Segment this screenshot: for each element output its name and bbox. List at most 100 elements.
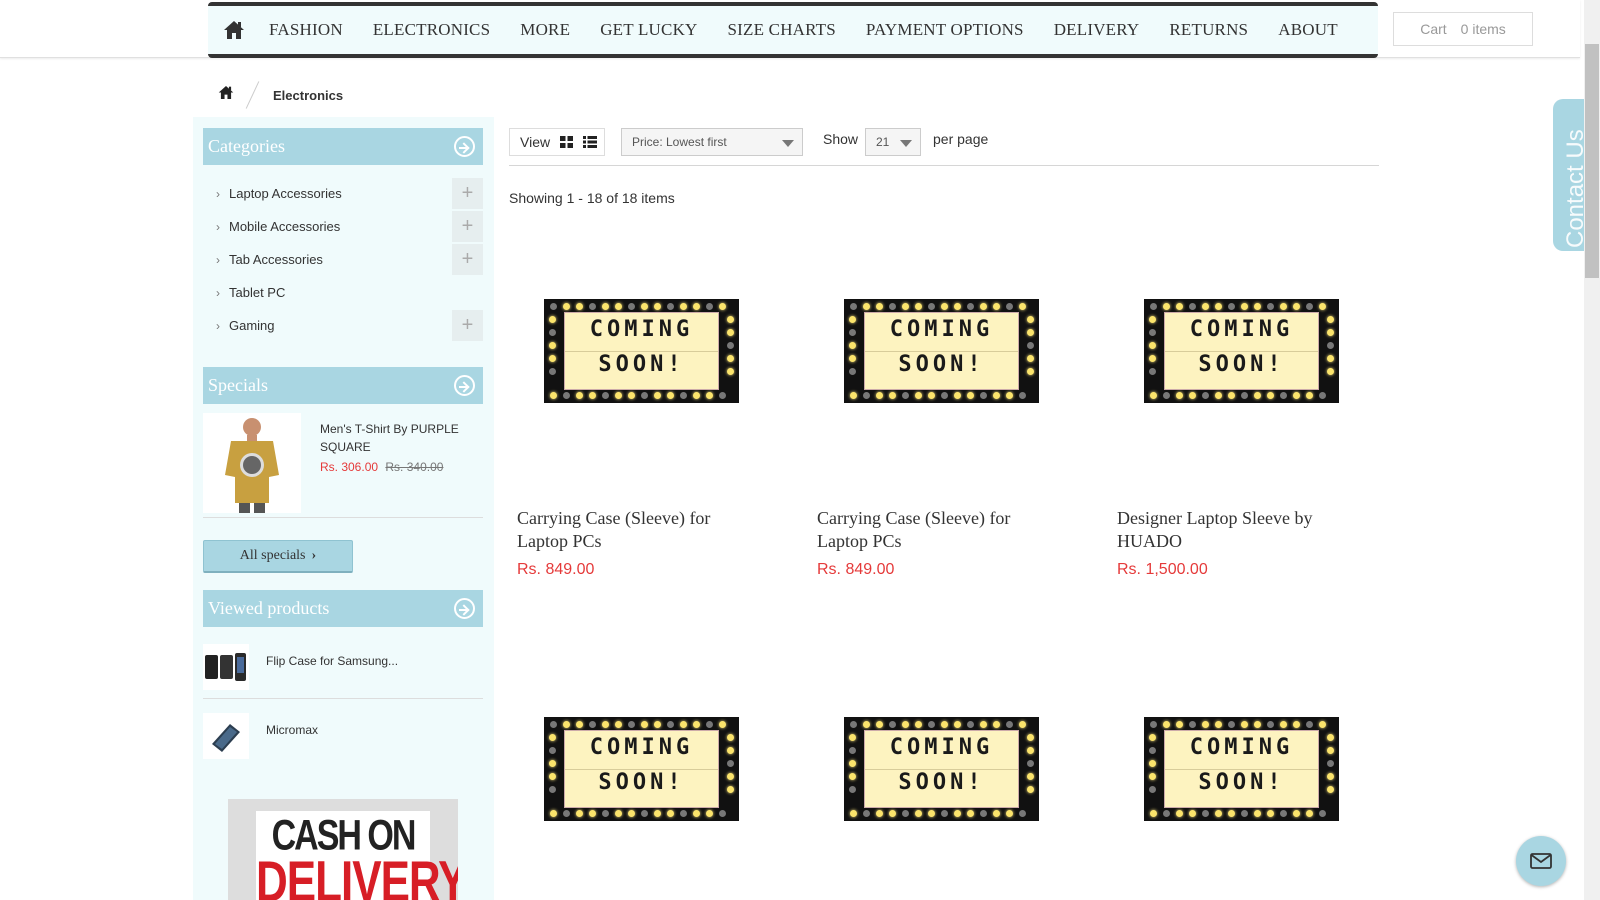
- listing-toolbar: View Price: Lowest first Show 21 per pag…: [509, 126, 1379, 166]
- viewed-product-image[interactable]: [203, 713, 249, 759]
- nav-home-link[interactable]: [214, 6, 254, 54]
- expand-plus-icon[interactable]: +: [452, 178, 483, 209]
- chat-mail-button[interactable]: [1516, 836, 1566, 886]
- expand-plus-icon[interactable]: +: [452, 310, 483, 341]
- main-nav: FASHION ELECTRONICS MORE GET LUCKY SIZE …: [208, 2, 1378, 58]
- category-item[interactable]: › Mobile Accessories +: [203, 210, 483, 243]
- marquee-bulb: [954, 392, 961, 399]
- marquee-bulb: [576, 303, 583, 310]
- product-price: Rs. 849.00: [517, 561, 595, 578]
- marquee-bulb: [980, 810, 987, 817]
- marquee-bulb: [1280, 810, 1287, 817]
- cart-button[interactable]: Cart 0 items: [1393, 12, 1533, 46]
- marquee-bulb: [889, 721, 896, 728]
- special-product-image[interactable]: [203, 413, 301, 513]
- viewed-product-item[interactable]: Flip Case for Samsung...: [203, 644, 483, 694]
- nav-more[interactable]: MORE: [520, 20, 570, 40]
- marquee-bulb: [1202, 721, 1209, 728]
- marquee-bulb: [1189, 721, 1196, 728]
- coming-soon-image[interactable]: COMING SOON!: [1144, 299, 1339, 403]
- view-switcher: View: [509, 128, 605, 156]
- image-text-line-2: SOON!: [1198, 352, 1285, 377]
- marquee-bulb: [954, 303, 961, 310]
- nav-fashion[interactable]: FASHION: [269, 20, 343, 40]
- marquee-bulb: [1149, 316, 1156, 323]
- marquee-bulb: [727, 760, 734, 767]
- marquee-bulb: [889, 303, 896, 310]
- micromax-tablet-image: [212, 724, 240, 752]
- category-item[interactable]: › Tablet PC: [203, 276, 483, 309]
- marquee-bulb: [849, 786, 856, 793]
- nav-get-lucky[interactable]: GET LUCKY: [600, 20, 697, 40]
- marquee-bulb: [1027, 760, 1034, 767]
- sort-select[interactable]: Price: Lowest first: [621, 128, 803, 156]
- page-scrollbar[interactable]: [1584, 0, 1600, 900]
- breadcrumb-home-link[interactable]: [218, 85, 234, 105]
- marquee-bulb: [954, 721, 961, 728]
- marquee-bulb: [1228, 392, 1235, 399]
- list-view-icon[interactable]: [583, 136, 598, 148]
- marquee-bulb: [727, 355, 734, 362]
- category-item[interactable]: › Gaming +: [203, 309, 483, 342]
- nav-returns[interactable]: RETURNS: [1169, 20, 1248, 40]
- cash-on-delivery-banner[interactable]: CASH ON DELIVERY: [228, 799, 458, 900]
- nav-delivery[interactable]: DELIVERY: [1054, 20, 1140, 40]
- marquee-bulb: [1027, 786, 1034, 793]
- marquee-bulb: [1176, 392, 1183, 399]
- chevron-down-icon: [900, 140, 912, 147]
- marquee-bulb: [549, 747, 556, 754]
- product-name[interactable]: Carrying Case (Sleeve) for Laptop PCs: [517, 507, 757, 553]
- marquee-bulb: [576, 392, 583, 399]
- scrollbar-thumb[interactable]: [1585, 44, 1599, 278]
- marquee-bulb: [1149, 747, 1156, 754]
- category-item[interactable]: › Laptop Accessories +: [203, 177, 483, 210]
- marquee-bulb: [915, 810, 922, 817]
- category-item[interactable]: › Tab Accessories +: [203, 243, 483, 276]
- marquee-bulb: [1327, 734, 1334, 741]
- marquee-bulb: [850, 303, 857, 310]
- marquee-bulb: [967, 303, 974, 310]
- home-icon: [224, 21, 244, 39]
- marquee-bulb: [849, 355, 856, 362]
- coming-soon-image[interactable]: COMING SOON!: [1144, 717, 1339, 821]
- marquee-bulb: [549, 760, 556, 767]
- marquee-bulb: [980, 392, 987, 399]
- coming-soon-image[interactable]: COMING SOON!: [544, 299, 739, 403]
- viewed-product-name[interactable]: Micromax: [266, 723, 318, 737]
- nav-payment-options[interactable]: PAYMENT OPTIONS: [866, 20, 1024, 40]
- marquee-bulb: [928, 392, 935, 399]
- marquee-bulb: [1327, 342, 1334, 349]
- viewed-product-image[interactable]: [203, 644, 249, 690]
- expand-plus-icon[interactable]: +: [452, 244, 483, 275]
- marquee-bulb: [1254, 721, 1261, 728]
- coming-soon-image[interactable]: COMING SOON!: [544, 717, 739, 821]
- marquee-bulb: [1327, 355, 1334, 362]
- coming-soon-image[interactable]: COMING SOON!: [844, 717, 1039, 821]
- per-page-select[interactable]: 21: [865, 128, 921, 156]
- arrow-circle-icon[interactable]: [454, 375, 475, 396]
- marquee-bulb: [863, 721, 870, 728]
- marquee-bulb: [641, 392, 648, 399]
- marquee-bulb: [667, 303, 674, 310]
- arrow-circle-icon[interactable]: [454, 136, 475, 157]
- marquee-bulb: [980, 721, 987, 728]
- grid-view-icon[interactable]: [560, 136, 574, 148]
- viewed-product-item[interactable]: Micromax: [203, 713, 483, 763]
- product-name[interactable]: Carrying Case (Sleeve) for Laptop PCs: [817, 507, 1057, 553]
- marquee-bulb: [727, 734, 734, 741]
- product-price: Rs. 849.00: [817, 561, 895, 578]
- nav-about[interactable]: ABOUT: [1278, 20, 1338, 40]
- special-product-name[interactable]: Men's T-Shirt By PURPLE SQUARE: [320, 420, 485, 456]
- nav-size-charts[interactable]: SIZE CHARTS: [728, 20, 836, 40]
- all-specials-button[interactable]: All specials ›: [203, 540, 353, 573]
- viewed-product-name[interactable]: Flip Case for Samsung...: [266, 654, 398, 668]
- marquee-bulb: [1006, 392, 1013, 399]
- marquee-bulb: [1189, 303, 1196, 310]
- marquee-bulb: [563, 721, 570, 728]
- marquee-bulb: [1150, 303, 1157, 310]
- expand-plus-icon[interactable]: +: [452, 211, 483, 242]
- nav-electronics[interactable]: ELECTRONICS: [373, 20, 490, 40]
- product-name[interactable]: Designer Laptop Sleeve by HUADO: [1117, 507, 1357, 553]
- coming-soon-image[interactable]: COMING SOON!: [844, 299, 1039, 403]
- arrow-circle-icon[interactable]: [454, 598, 475, 619]
